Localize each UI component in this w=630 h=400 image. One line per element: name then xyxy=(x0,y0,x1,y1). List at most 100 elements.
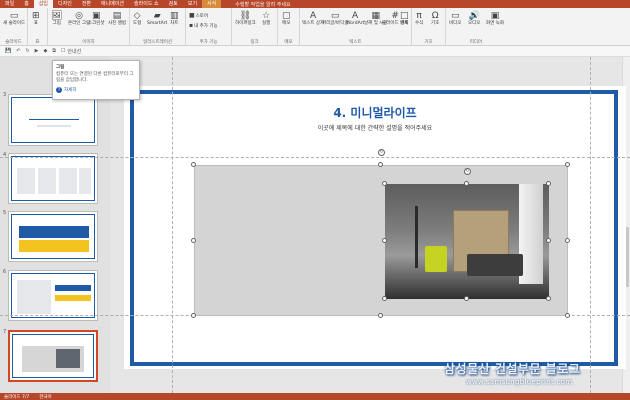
online-picture-button[interactable]: ◎ 온라인 그림 xyxy=(68,11,90,26)
audio-button[interactable]: 🔊 오디오 xyxy=(468,11,480,26)
header-footer-button[interactable]: ▭ 머리글/바닥글 xyxy=(322,11,348,26)
slide-number: 6 xyxy=(3,269,7,275)
slide-thumbnail-5[interactable] xyxy=(8,211,98,262)
tab-slideshow[interactable]: 슬라이드 쇼 xyxy=(129,0,164,8)
smartart-button[interactable]: ▰ SmartArt xyxy=(147,11,167,26)
video-button[interactable]: ▭ 비디오 xyxy=(449,11,461,26)
resize-handle[interactable] xyxy=(565,313,570,318)
tab-transitions[interactable]: 전환 xyxy=(77,0,96,8)
guide-label: 안내선 xyxy=(67,48,82,55)
thumbnail-image xyxy=(59,168,77,194)
from-beginning-icon[interactable]: ▶ xyxy=(35,48,39,54)
screenshot-button[interactable]: ▣ 스크린샷 xyxy=(88,11,105,26)
slide-thumbnail-6[interactable] xyxy=(8,270,98,321)
slide-thumbnail-4[interactable] xyxy=(8,153,98,204)
thumbnail-bar xyxy=(55,295,91,301)
table-button[interactable]: ⊞ 표 xyxy=(32,11,40,26)
slide-thumbnail-panel[interactable]: 3 4 5 6 7 xyxy=(0,57,110,393)
redo-icon[interactable]: ↻ xyxy=(25,48,29,54)
shapes-button[interactable]: ◇ 도형 xyxy=(133,11,141,26)
guide-checkbox-icon[interactable]: ☐ xyxy=(61,48,65,54)
photo-sofa xyxy=(467,254,523,276)
omega-icon: Ω xyxy=(431,11,439,21)
ribbon-tab-bar: 파일 홈 삽입 디자인 전환 애니메이션 슬라이드 쇼 검토 보기 서식 수행할… xyxy=(0,0,630,8)
resize-handle[interactable] xyxy=(546,238,551,243)
group-text: A 텍스트 상자 ▭ 머리글/바닥글 A WordArt ▦ 날짜 및 시간 # 슬라이드… xyxy=(300,8,412,46)
object-button[interactable]: □ 개체 xyxy=(400,11,409,26)
slide-number-icon: # xyxy=(391,11,399,21)
tooltip-more-link[interactable]: ? 자세히 xyxy=(56,87,136,93)
thumbnail-image xyxy=(17,280,51,314)
resize-handle[interactable] xyxy=(378,162,383,167)
my-addins-button[interactable]: ▪ 내 추가 기능 xyxy=(189,23,218,29)
tab-design[interactable]: 디자인 xyxy=(53,0,77,8)
interior-photo[interactable] xyxy=(385,184,549,299)
resize-handle[interactable] xyxy=(565,162,570,167)
screen-recording-button[interactable]: ▣ 화면 녹화 xyxy=(486,11,504,26)
group-media: ▭ 비디오 🔊 오디오 ▣ 화면 녹화 미디어 xyxy=(446,8,506,46)
group-links: ⛓ 하이퍼링크 ☆ 실행 링크 xyxy=(232,8,278,46)
quick-access-toolbar: 💾 ↶ ↻ ▶ ◆ ⧉ ☐ 안내선 xyxy=(0,46,630,57)
tab-review[interactable]: 검토 xyxy=(164,0,183,8)
group-table: ⊞ 표 표 xyxy=(28,8,48,46)
thumbnail-bar xyxy=(55,285,91,291)
save-icon[interactable]: 💾 xyxy=(5,48,11,54)
resize-handle[interactable] xyxy=(191,162,196,167)
resize-handle[interactable] xyxy=(546,296,551,301)
thumbnail-image xyxy=(79,168,91,194)
new-slide-button[interactable]: ▭ 새 슬라이드 xyxy=(3,11,25,26)
chart-button[interactable]: ▥ 차트 xyxy=(170,11,179,26)
slide-thumbnail-7[interactable] xyxy=(8,330,98,382)
tab-insert[interactable]: 삽입 xyxy=(33,0,54,8)
vertical-guide[interactable] xyxy=(172,57,173,393)
picture-button[interactable]: 🖼 그림 xyxy=(51,11,62,26)
resize-handle[interactable] xyxy=(191,313,196,318)
equation-button[interactable]: π 수식 xyxy=(415,11,423,26)
group-addins: ■ 스토어 ▪ 내 추가 기능 추가 기능 xyxy=(186,8,232,46)
comment-icon: ▢ xyxy=(282,11,291,21)
resize-handle[interactable] xyxy=(191,238,196,243)
resize-handle[interactable] xyxy=(382,296,387,301)
tab-format[interactable]: 서식 xyxy=(202,0,222,8)
textbox-button[interactable]: A 텍스트 상자 xyxy=(302,11,324,26)
tooltip-title: 그림 xyxy=(56,65,65,70)
vertical-guide[interactable] xyxy=(590,57,591,393)
thumbnail-line xyxy=(29,119,79,120)
hyperlink-button[interactable]: ⛓ 하이퍼링크 xyxy=(235,11,256,26)
group-icon[interactable]: ⧉ xyxy=(52,48,56,54)
wordart-button[interactable]: A WordArt xyxy=(346,11,364,26)
resize-handle[interactable] xyxy=(378,313,383,318)
resize-handle[interactable] xyxy=(464,181,469,186)
tell-me-box[interactable]: 수행할 작업을 알려 주세요 xyxy=(235,1,290,8)
resize-handle[interactable] xyxy=(382,238,387,243)
rotate-handle-icon[interactable]: ↻ xyxy=(378,149,385,156)
resize-handle[interactable] xyxy=(464,296,469,301)
store-button[interactable]: ■ 스토어 xyxy=(189,13,208,19)
video-icon: ▭ xyxy=(450,11,460,21)
group-slides: ▭ 새 슬라이드 슬라이드 xyxy=(0,8,28,46)
photo-album-button[interactable]: ▤ 사진 앨범 xyxy=(108,11,126,26)
comment-button[interactable]: ▢ 메모 xyxy=(282,11,291,26)
resize-handle[interactable] xyxy=(565,238,570,243)
tab-animations[interactable]: 애니메이션 xyxy=(96,0,129,8)
action-button[interactable]: ☆ 실행 xyxy=(262,11,270,26)
symbol-button[interactable]: Ω 기호 xyxy=(431,11,439,26)
tab-view[interactable]: 보기 xyxy=(183,0,202,8)
resize-handle[interactable] xyxy=(546,181,551,186)
tab-file[interactable]: 파일 xyxy=(0,0,19,8)
store-icon: ■ xyxy=(189,12,195,19)
tab-home[interactable]: 홈 xyxy=(19,0,34,8)
language-indicator[interactable]: 한국어 xyxy=(39,394,51,400)
slide-title[interactable]: 4. 미니멀라이프 xyxy=(124,104,626,121)
shape-icon[interactable]: ◆ xyxy=(44,48,48,54)
slide-subtitle[interactable]: 이곳에 제목에 대한 간략한 설명을 적어주세요 xyxy=(124,123,626,132)
tooltip-body: 컴퓨터 또는 연결된 다른 컴퓨터로부터 그림을 삽입합니다. xyxy=(56,72,134,83)
group-label-illustrations: 일러스트레이션 xyxy=(143,40,172,45)
horizontal-guide[interactable] xyxy=(0,157,630,158)
photo-lamp xyxy=(415,206,418,268)
rotate-handle-icon[interactable]: ↻ xyxy=(464,168,471,175)
undo-icon[interactable]: ↶ xyxy=(16,48,20,54)
tooltip-link-label: 자세히 xyxy=(64,88,77,93)
resize-handle[interactable] xyxy=(382,181,387,186)
slide-thumbnail-3[interactable] xyxy=(8,94,98,146)
